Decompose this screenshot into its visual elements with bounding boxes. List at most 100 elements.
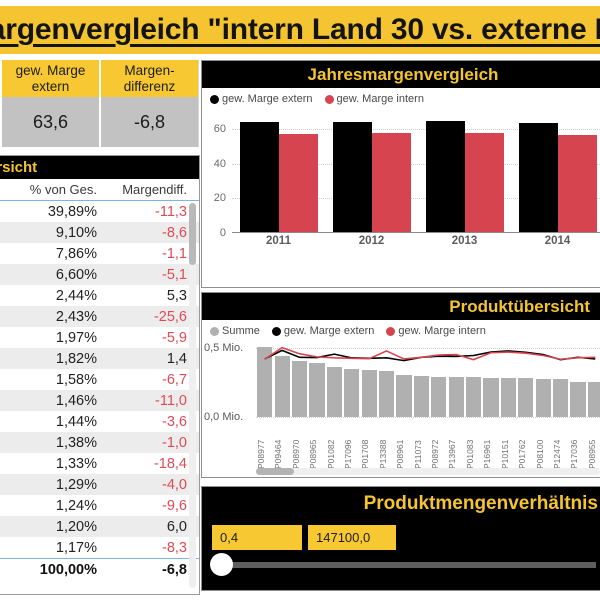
x-axis-labels: 2011 2012 2013 2014 bbox=[232, 235, 600, 253]
product-table-scrollbar[interactable] bbox=[189, 203, 196, 588]
cell-margendiff: -1,1 bbox=[162, 245, 187, 262]
kpi-header-row: gew. Marge intern gew. Marge extern Marg… bbox=[0, 60, 198, 97]
x-axis-labels: P08977 P09464 P08970 P08965 P01082 P17096 P017… bbox=[256, 421, 600, 469]
table-row[interactable]: P010831,33%-18,4 bbox=[0, 453, 199, 474]
product-table-header-row: Produkt % von Ges. Margendiff. bbox=[0, 179, 199, 201]
slider-max-field[interactable]: 147100,0 bbox=[308, 525, 396, 550]
cell-margendiff: -4,0 bbox=[162, 476, 187, 493]
cell-pct: 1,44% bbox=[55, 413, 97, 430]
bar-intern[interactable] bbox=[464, 133, 504, 232]
x-axis-tick-label: 2012 bbox=[358, 235, 385, 247]
table-row[interactable]: P133881,82%1,4 bbox=[0, 348, 199, 369]
x-axis-line bbox=[232, 232, 600, 233]
cell-margendiff: -11,0 bbox=[155, 392, 187, 409]
year-legend-item[interactable]: gew. Marge intern bbox=[324, 93, 424, 105]
product-chart-panel: Produktübersicht Summe gew. Marge extern g… bbox=[201, 292, 600, 478]
gridline bbox=[256, 417, 600, 418]
cell-margendiff: -5,1 bbox=[162, 266, 187, 283]
bar-intern[interactable] bbox=[278, 134, 318, 232]
cell-pct: 1,33% bbox=[55, 455, 97, 472]
cell-pct: 9,10% bbox=[55, 224, 97, 241]
cell-margendiff: -9,6 bbox=[162, 497, 187, 514]
margin-lines bbox=[256, 341, 600, 417]
total-margendiff: -6,8 bbox=[162, 562, 187, 578]
table-row[interactable]: P094649,10%-8,6 bbox=[0, 222, 199, 243]
legend-marker-icon bbox=[271, 326, 281, 336]
combo-plot-area bbox=[256, 341, 600, 417]
bar-extern[interactable] bbox=[239, 122, 279, 232]
legend-marker-icon bbox=[324, 94, 334, 104]
x-axis-tick-label: P08972 bbox=[430, 439, 441, 469]
x-axis-tick-label: P16961 bbox=[482, 439, 493, 469]
year-chart-panel: Jahresmargenvergleich gew. Marge extern g… bbox=[201, 60, 600, 288]
bar-group bbox=[418, 111, 511, 232]
dashboard-title-banner: Margenvergleich "intern Land 30 vs. exte… bbox=[0, 6, 600, 54]
bar-intern[interactable] bbox=[371, 132, 411, 232]
product-table-total-row: Gesamt 100,00% -6,8 bbox=[0, 558, 199, 581]
slider-panel-title: Produktmengenverhältnis bbox=[363, 493, 598, 514]
table-row[interactable]: P101511,24%-9,6 bbox=[0, 495, 199, 516]
table-row[interactable]: P089656,60%-5,1 bbox=[0, 264, 199, 285]
table-row[interactable]: P110731,46%-11,0 bbox=[0, 390, 199, 411]
cell-pct: 1,38% bbox=[55, 434, 97, 451]
table-row[interactable]: P010822,44%5,3 bbox=[0, 285, 199, 306]
table-row[interactable]: P017081,97%-5,9 bbox=[0, 327, 199, 348]
bar-group bbox=[511, 111, 600, 232]
bar-extern[interactable] bbox=[332, 122, 372, 232]
slider-min-field[interactable]: 0,4 bbox=[212, 525, 302, 550]
column-header-pct[interactable]: % von Ges. bbox=[3, 182, 103, 197]
x-axis-tick-label: P01083 bbox=[464, 439, 475, 469]
legend-marker-icon bbox=[386, 326, 396, 336]
table-row[interactable]: P169611,29%-4,0 bbox=[0, 474, 199, 495]
cell-margendiff: 5,3 bbox=[166, 287, 187, 304]
product-chart-title: Produktübersicht bbox=[202, 293, 600, 320]
x-axis-tick-label: P08955 bbox=[586, 439, 597, 469]
slider-value-fields: 0,4 147100,0 bbox=[202, 515, 600, 550]
bar-extern[interactable] bbox=[518, 123, 558, 232]
product-chart-scrollbar[interactable] bbox=[256, 468, 600, 475]
product-combo-chart: 0,5 Mio. 0,0 Mio. P08977 P09464 P08970 P08965… bbox=[202, 337, 600, 477]
x-axis-tick-label: P08100 bbox=[534, 439, 545, 469]
product-legend-item[interactable]: Summe bbox=[210, 325, 260, 337]
cell-margendiff: -1,0 bbox=[162, 434, 187, 451]
x-axis-tick-label: P09464 bbox=[273, 439, 284, 469]
table-row[interactable]: P089721,44%-3,6 bbox=[0, 411, 199, 432]
product-table-body: P0897739,89%-11,3P094649,10%-8,6P089707,… bbox=[0, 201, 199, 558]
cell-margendiff: -18,4 bbox=[153, 455, 187, 472]
table-row[interactable]: P081001,17%-8,3 bbox=[0, 537, 199, 558]
range-slider-handle[interactable] bbox=[210, 553, 233, 576]
cell-margendiff: -5,9 bbox=[162, 329, 187, 346]
x-axis-tick-label: P17036 bbox=[569, 439, 580, 469]
table-row[interactable]: P0897739,89%-11,3 bbox=[0, 201, 199, 222]
table-row[interactable]: P089611,58%-6,7 bbox=[0, 369, 199, 390]
table-row[interactable]: P139671,38%-1,0 bbox=[0, 432, 199, 453]
cell-pct: 1,46% bbox=[55, 392, 97, 409]
y-axis-tick-label: 0,5 Mio. bbox=[204, 341, 244, 354]
bar-group bbox=[232, 111, 325, 232]
cell-pct: 1,29% bbox=[55, 476, 97, 493]
x-axis-tick-label: P08977 bbox=[256, 439, 266, 469]
cell-margendiff: -6,7 bbox=[162, 371, 187, 388]
kpi-header-marge-extern: gew. Marge extern bbox=[0, 60, 99, 97]
scrollbar-thumb[interactable] bbox=[256, 468, 294, 475]
range-slider-track[interactable] bbox=[210, 553, 596, 576]
bar-extern[interactable] bbox=[425, 120, 465, 232]
x-axis-tick-label: P01762 bbox=[517, 439, 528, 469]
x-axis-tick-label: P17096 bbox=[343, 439, 354, 469]
product-legend-item[interactable]: gew. Marge extern bbox=[271, 325, 375, 337]
legend-label: gew. Marge extern bbox=[283, 325, 375, 337]
year-chart-legend: gew. Marge extern gew. Marge intern bbox=[202, 88, 600, 105]
table-row[interactable]: P089707,86%-1,1 bbox=[0, 243, 199, 264]
scrollbar-thumb[interactable] bbox=[189, 203, 196, 265]
page-title: Margenvergleich "intern Land 30 vs. exte… bbox=[0, 13, 600, 46]
table-row[interactable]: P170962,43%-25,6 bbox=[0, 306, 199, 327]
column-header-margendiff[interactable]: Margendiff. bbox=[103, 182, 196, 197]
legend-marker-icon bbox=[210, 326, 219, 336]
cell-margendiff: -25,6 bbox=[153, 308, 187, 325]
cell-margendiff: -3,6 bbox=[162, 413, 187, 430]
bar-intern[interactable] bbox=[557, 134, 597, 232]
table-row[interactable]: P017621,20%6,0 bbox=[0, 516, 199, 537]
product-legend-item[interactable]: gew. Marge intern bbox=[386, 325, 486, 337]
cell-pct: 1,82% bbox=[55, 350, 97, 367]
year-legend-item[interactable]: gew. Marge extern bbox=[210, 93, 313, 105]
